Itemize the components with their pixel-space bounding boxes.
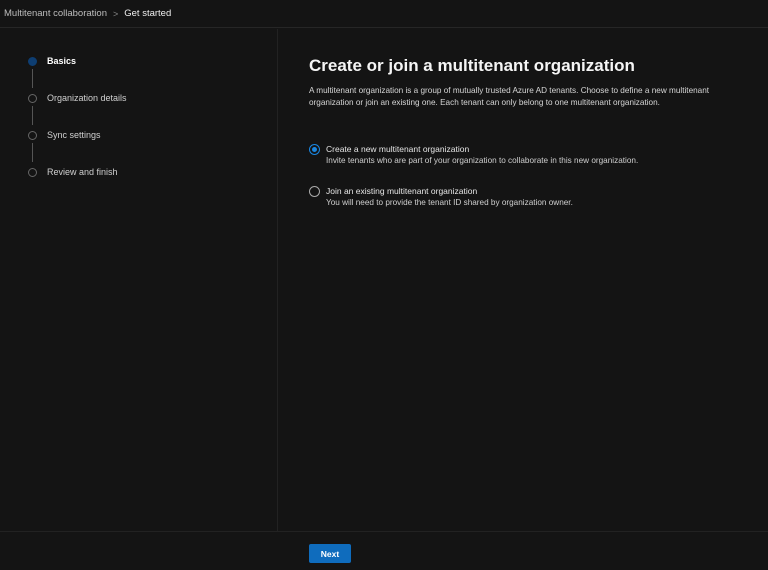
option-title: Join an existing multitenant organizatio…	[326, 186, 478, 196]
step-review-and-finish[interactable]: Review and finish	[28, 167, 118, 177]
option-title: Create a new multitenant organization	[326, 144, 470, 154]
step-label: Review and finish	[47, 167, 118, 177]
radio-selected-icon[interactable]	[309, 144, 320, 155]
step-indicator-icon	[28, 167, 37, 177]
step-label: Basics	[47, 56, 77, 66]
next-button[interactable]: Next	[309, 544, 351, 563]
option-create-new[interactable]: Create a new multitenant organization Inv…	[309, 143, 638, 167]
step-label: Sync settings	[47, 130, 101, 140]
step-indicator-icon	[28, 130, 37, 140]
step-label: Organization details	[47, 93, 127, 103]
wizard-steps: Basics Organization details Sync setting…	[0, 29, 278, 531]
page-title: Create or join a multitenant organizatio…	[309, 56, 635, 75]
option-subtitle: You will need to provide the tenant ID s…	[326, 198, 573, 207]
step-connector	[32, 106, 33, 125]
step-connector	[32, 143, 33, 162]
option-subtitle: Invite tenants who are part of your orga…	[326, 156, 639, 165]
step-indicator-icon	[28, 56, 37, 66]
radio-unselected-icon[interactable]	[309, 186, 320, 197]
step-basics[interactable]: Basics	[28, 56, 76, 66]
step-organization-details[interactable]: Organization details	[28, 93, 127, 103]
chevron-right-icon: >	[112, 8, 119, 19]
footer: Next	[0, 531, 768, 570]
step-sync-settings[interactable]: Sync settings	[28, 130, 101, 140]
option-join-existing[interactable]: Join an existing multitenant organizatio…	[309, 185, 573, 209]
step-indicator-icon	[28, 93, 37, 103]
breadcrumb: Multitenant collaboration > Get started	[0, 0, 768, 28]
breadcrumb-current: Get started	[124, 8, 172, 19]
breadcrumb-parent-link[interactable]: Multitenant collaboration	[4, 8, 107, 19]
main-content: Create or join a multitenant organizatio…	[309, 56, 749, 207]
step-connector	[32, 69, 33, 88]
page-description: A multitenant organization is a group of…	[309, 86, 710, 107]
